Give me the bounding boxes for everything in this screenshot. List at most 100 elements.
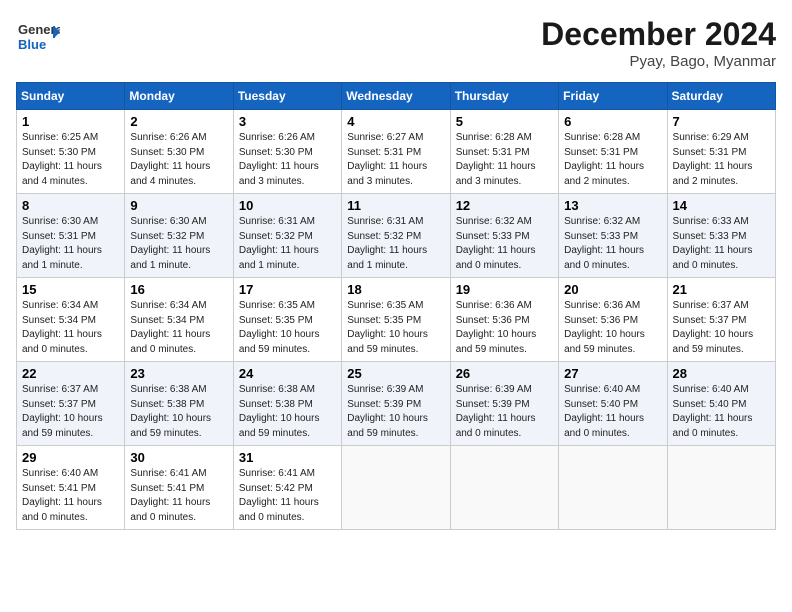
calendar-week-row: 22 Sunrise: 6:37 AM Sunset: 5:37 PM Dayli… — [17, 362, 776, 446]
calendar-cell: 19 Sunrise: 6:36 AM Sunset: 5:36 PM Dayli… — [450, 278, 558, 362]
calendar-cell: 17 Sunrise: 6:35 AM Sunset: 5:35 PM Dayli… — [233, 278, 341, 362]
day-number: 5 — [456, 114, 553, 129]
day-info: Sunrise: 6:28 AM Sunset: 5:31 PM Dayligh… — [456, 131, 553, 189]
logo-icon: General Blue — [16, 16, 60, 60]
day-number: 14 — [673, 198, 770, 213]
calendar-cell: 23 Sunrise: 6:38 AM Sunset: 5:38 PM Dayli… — [125, 362, 233, 446]
day-number: 1 — [22, 114, 119, 129]
calendar-cell: 6 Sunrise: 6:28 AM Sunset: 5:31 PM Daylig… — [559, 110, 667, 194]
month-title: December 2024 — [541, 16, 776, 53]
day-number: 28 — [673, 366, 770, 381]
calendar-cell: 21 Sunrise: 6:37 AM Sunset: 5:37 PM Dayli… — [667, 278, 775, 362]
calendar-cell: 4 Sunrise: 6:27 AM Sunset: 5:31 PM Daylig… — [342, 110, 450, 194]
calendar-cell: 27Sunrise: 6:40 AM Sunset: 5:40 PM Dayli… — [559, 362, 667, 446]
day-info: Sunrise: 6:40 AM Sunset: 5:40 PM Dayligh… — [673, 383, 770, 441]
day-number: 26 — [456, 366, 553, 381]
page-header: General Blue December 2024 Pyay, Bago, M… — [16, 16, 776, 70]
day-info: Sunrise: 6:32 AM Sunset: 5:33 PM Dayligh… — [564, 215, 661, 273]
calendar-cell: 24Sunrise: 6:38 AM Sunset: 5:38 PM Dayli… — [233, 362, 341, 446]
day-info: Sunrise: 6:34 AM Sunset: 5:34 PM Dayligh… — [22, 299, 119, 357]
day-number: 7 — [673, 114, 770, 129]
day-number: 21 — [673, 282, 770, 297]
day-number: 22 — [22, 366, 119, 381]
day-info: Sunrise: 6:32 AM Sunset: 5:33 PM Dayligh… — [456, 215, 553, 273]
day-info: Sunrise: 6:25 AM Sunset: 5:30 PM Dayligh… — [22, 131, 119, 189]
calendar-cell: 31 Sunrise: 6:41 AM Sunset: 5:42 PM Dayli… — [233, 446, 341, 530]
day-info: Sunrise: 6:39 AM Sunset: 5:39 PM Dayligh… — [456, 383, 553, 441]
logo: General Blue — [16, 16, 60, 60]
calendar-cell — [450, 446, 558, 530]
day-number: 16 — [130, 282, 227, 297]
day-info: Sunrise: 6:37 AM Sunset: 5:37 PM Dayligh… — [22, 383, 119, 441]
day-info: Sunrise: 6:35 AM Sunset: 5:35 PM Dayligh… — [239, 299, 336, 357]
day-header-sunday: Sunday — [17, 83, 125, 110]
day-number: 29 — [22, 450, 119, 465]
day-number: 25 — [347, 366, 444, 381]
calendar-cell: 30 Sunrise: 6:41 AM Sunset: 5:41 PM Dayli… — [125, 446, 233, 530]
calendar-cell: 28 Sunrise: 6:40 AM Sunset: 5:40 PM Dayli… — [667, 362, 775, 446]
calendar-cell: 1 Sunrise: 6:25 AM Sunset: 5:30 PM Daylig… — [17, 110, 125, 194]
day-number: 4 — [347, 114, 444, 129]
calendar-cell: 22 Sunrise: 6:37 AM Sunset: 5:37 PM Dayli… — [17, 362, 125, 446]
day-number: 15 — [22, 282, 119, 297]
day-number: 3 — [239, 114, 336, 129]
calendar-cell: 25 Sunrise: 6:39 AM Sunset: 5:39 PM Dayli… — [342, 362, 450, 446]
location: Pyay, Bago, Myanmar — [541, 53, 776, 70]
day-info: Sunrise: 6:26 AM Sunset: 5:30 PM Dayligh… — [130, 131, 227, 189]
title-block: December 2024 Pyay, Bago, Myanmar — [541, 16, 776, 70]
day-info: Sunrise: 6:36 AM Sunset: 5:36 PM Dayligh… — [564, 299, 661, 357]
calendar-cell: 7 Sunrise: 6:29 AM Sunset: 5:31 PM Daylig… — [667, 110, 775, 194]
day-number: 9 — [130, 198, 227, 213]
day-info: Sunrise: 6:36 AM Sunset: 5:36 PM Dayligh… — [456, 299, 553, 357]
calendar-cell: 12 Sunrise: 6:32 AM Sunset: 5:33 PM Dayli… — [450, 194, 558, 278]
calendar-cell — [342, 446, 450, 530]
day-number: 12 — [456, 198, 553, 213]
day-info: Sunrise: 6:30 AM Sunset: 5:32 PM Dayligh… — [130, 215, 227, 273]
day-info: Sunrise: 6:41 AM Sunset: 5:41 PM Dayligh… — [130, 467, 227, 525]
day-info: Sunrise: 6:37 AM Sunset: 5:37 PM Dayligh… — [673, 299, 770, 357]
day-info: Sunrise: 6:41 AM Sunset: 5:42 PM Dayligh… — [239, 467, 336, 525]
calendar-cell: 2 Sunrise: 6:26 AM Sunset: 5:30 PM Daylig… — [125, 110, 233, 194]
day-info: Sunrise: 6:38 AM Sunset: 5:38 PM Dayligh… — [130, 383, 227, 441]
day-info: Sunrise: 6:27 AM Sunset: 5:31 PM Dayligh… — [347, 131, 444, 189]
day-number: 30 — [130, 450, 227, 465]
day-number: 2 — [130, 114, 227, 129]
svg-text:Blue: Blue — [18, 37, 46, 52]
day-info: Sunrise: 6:31 AM Sunset: 5:32 PM Dayligh… — [239, 215, 336, 273]
day-number: 31 — [239, 450, 336, 465]
day-info: Sunrise: 6:40 AM Sunset: 5:41 PM Dayligh… — [22, 467, 119, 525]
calendar-table: SundayMondayTuesdayWednesdayThursdayFrid… — [16, 82, 776, 530]
calendar-cell: 29 Sunrise: 6:40 AM Sunset: 5:41 PM Dayli… — [17, 446, 125, 530]
calendar-cell — [667, 446, 775, 530]
day-header-monday: Monday — [125, 83, 233, 110]
day-header-tuesday: Tuesday — [233, 83, 341, 110]
calendar-cell: 10 Sunrise: 6:31 AM Sunset: 5:32 PM Dayli… — [233, 194, 341, 278]
calendar-week-row: 15 Sunrise: 6:34 AM Sunset: 5:34 PM Dayli… — [17, 278, 776, 362]
day-number: 27 — [564, 366, 661, 381]
day-number: 24 — [239, 366, 336, 381]
calendar-header-row: SundayMondayTuesdayWednesdayThursdayFrid… — [17, 83, 776, 110]
day-info: Sunrise: 6:39 AM Sunset: 5:39 PM Dayligh… — [347, 383, 444, 441]
calendar-cell: 8Sunrise: 6:30 AM Sunset: 5:31 PM Daylig… — [17, 194, 125, 278]
day-info: Sunrise: 6:30 AM Sunset: 5:31 PM Dayligh… — [22, 215, 119, 273]
day-number: 20 — [564, 282, 661, 297]
day-number: 18 — [347, 282, 444, 297]
day-header-thursday: Thursday — [450, 83, 558, 110]
day-header-friday: Friday — [559, 83, 667, 110]
day-number: 17 — [239, 282, 336, 297]
day-info: Sunrise: 6:26 AM Sunset: 5:30 PM Dayligh… — [239, 131, 336, 189]
day-number: 11 — [347, 198, 444, 213]
day-info: Sunrise: 6:28 AM Sunset: 5:31 PM Dayligh… — [564, 131, 661, 189]
calendar-cell: 13 Sunrise: 6:32 AM Sunset: 5:33 PM Dayli… — [559, 194, 667, 278]
day-number: 13 — [564, 198, 661, 213]
day-number: 23 — [130, 366, 227, 381]
day-number: 10 — [239, 198, 336, 213]
day-number: 19 — [456, 282, 553, 297]
calendar-cell: 14Sunrise: 6:33 AM Sunset: 5:33 PM Dayli… — [667, 194, 775, 278]
calendar-week-row: 8Sunrise: 6:30 AM Sunset: 5:31 PM Daylig… — [17, 194, 776, 278]
day-number: 6 — [564, 114, 661, 129]
calendar-cell: 18Sunrise: 6:35 AM Sunset: 5:35 PM Dayli… — [342, 278, 450, 362]
calendar-cell — [559, 446, 667, 530]
calendar-week-row: 1 Sunrise: 6:25 AM Sunset: 5:30 PM Daylig… — [17, 110, 776, 194]
day-info: Sunrise: 6:29 AM Sunset: 5:31 PM Dayligh… — [673, 131, 770, 189]
